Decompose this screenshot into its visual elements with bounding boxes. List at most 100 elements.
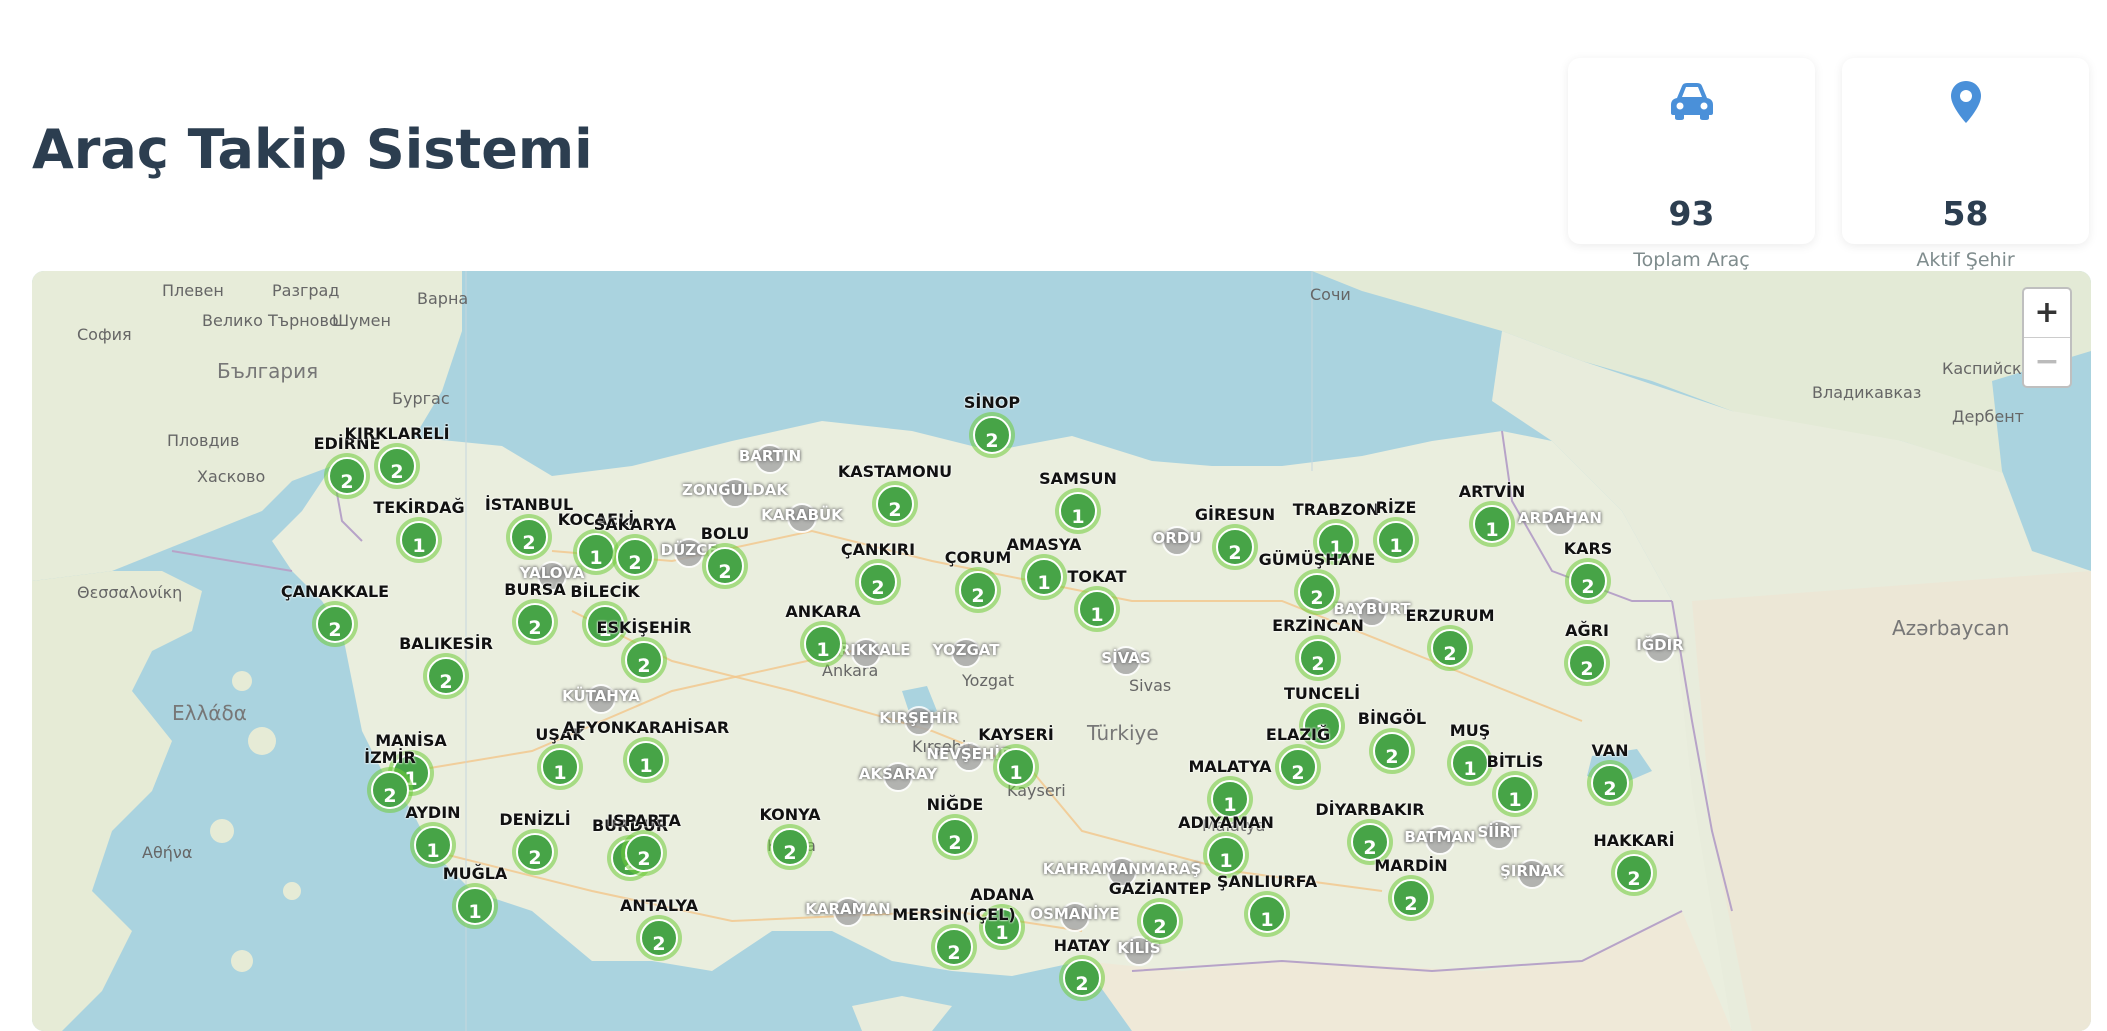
- vehicle-count-badge: 1: [1496, 775, 1534, 813]
- city-label: BALIKESİR: [399, 634, 493, 653]
- vehicle-count-badge: 2: [876, 485, 914, 523]
- city-vehicle-marker[interactable]: 2: [1294, 569, 1340, 615]
- city-label: BİLECİK: [570, 582, 640, 601]
- city-vehicle-marker[interactable]: 2: [1611, 850, 1657, 896]
- city-vehicle-marker[interactable]: 1: [1492, 771, 1538, 817]
- inactive-city-label: SİVAS: [1101, 649, 1151, 667]
- city-vehicle-marker[interactable]: 1: [1074, 586, 1120, 632]
- active-cities-value: 58: [1942, 194, 1989, 233]
- city-vehicle-marker[interactable]: 2: [312, 601, 358, 647]
- city-vehicle-marker[interactable]: 2: [1564, 640, 1610, 686]
- map-place-label: Azərbaycan: [1892, 616, 2010, 640]
- city-label: ESKİŞEHİR: [596, 618, 692, 637]
- vehicle-count-badge: 1: [1207, 836, 1245, 874]
- city-label: ERZURUM: [1405, 606, 1495, 625]
- city-vehicle-marker[interactable]: 2: [506, 514, 552, 560]
- city-vehicle-marker[interactable]: 1: [800, 621, 846, 667]
- zoom-out-button[interactable]: −: [2024, 338, 2070, 387]
- vehicle-count-badge: 2: [1615, 854, 1653, 892]
- city-vehicle-marker[interactable]: 2: [512, 599, 558, 645]
- city-vehicle-marker[interactable]: 2: [324, 453, 370, 499]
- vehicle-count-badge: 1: [1451, 744, 1489, 782]
- vehicle-count-badge: 2: [771, 828, 809, 866]
- inactive-city-label: IĞDIR: [1636, 636, 1684, 654]
- city-vehicle-marker[interactable]: 1: [537, 744, 583, 790]
- map-place-label: София: [77, 325, 132, 344]
- city-vehicle-marker[interactable]: 1: [993, 744, 1039, 790]
- city-vehicle-marker[interactable]: 2: [1565, 558, 1611, 604]
- city-vehicle-marker[interactable]: 2: [512, 829, 558, 875]
- city-vehicle-marker[interactable]: 1: [452, 883, 498, 929]
- inactive-city-label: BARTIN: [738, 447, 802, 465]
- city-vehicle-marker[interactable]: 2: [702, 543, 748, 589]
- zoom-in-button[interactable]: +: [2024, 289, 2070, 338]
- city-vehicle-marker[interactable]: 2: [855, 559, 901, 605]
- inactive-city-label: ZONGULDAK: [682, 481, 788, 499]
- vehicle-count-badge: 1: [541, 748, 579, 786]
- city-vehicle-marker[interactable]: 1: [1469, 501, 1515, 547]
- city-vehicle-marker[interactable]: 1: [1055, 488, 1101, 534]
- city-vehicle-marker[interactable]: 2: [374, 443, 420, 489]
- city-label: HAKKARİ: [1593, 831, 1675, 850]
- inactive-city-label: ŞIRNAK: [1500, 862, 1564, 880]
- city-vehicle-marker[interactable]: 2: [636, 915, 682, 961]
- city-vehicle-marker[interactable]: 2: [1059, 955, 1105, 1001]
- map-place-label: Дербент: [1952, 407, 2024, 426]
- city-label: MUĞLA: [442, 864, 508, 883]
- vehicle-count-badge: 1: [997, 748, 1035, 786]
- vehicle-count-badge: 2: [1216, 528, 1254, 566]
- city-label: ADIYAMAN: [1178, 813, 1274, 832]
- city-vehicle-marker[interactable]: 2: [1388, 875, 1434, 921]
- city-label: SİNOP: [963, 393, 1021, 412]
- city-label: RİZE: [1375, 498, 1417, 517]
- city-vehicle-marker[interactable]: 2: [621, 637, 667, 683]
- city-vehicle-marker[interactable]: 1: [396, 517, 442, 563]
- map-place-label: Αθήνα: [142, 843, 193, 862]
- city-label: ELAZIĞ: [1265, 725, 1331, 744]
- city-label: MALATYA: [1188, 757, 1272, 776]
- city-vehicle-marker[interactable]: 2: [1369, 728, 1415, 774]
- vehicle-count-badge: 1: [1377, 521, 1415, 559]
- vehicle-count-badge: 2: [616, 538, 654, 576]
- city-vehicle-marker[interactable]: 1: [410, 822, 456, 868]
- city-label: ÇANAKKALE: [280, 582, 390, 601]
- city-label: KONYA: [759, 805, 821, 824]
- city-vehicle-marker[interactable]: 2: [1212, 524, 1258, 570]
- city-label: ŞANLIURFA: [1216, 872, 1318, 891]
- vehicle-count-badge: 1: [400, 521, 438, 559]
- city-label: DİYARBAKIR: [1315, 800, 1425, 819]
- city-vehicle-marker[interactable]: 2: [932, 814, 978, 860]
- map-place-label: Разград: [272, 281, 340, 300]
- vehicle-count-badge: 2: [1141, 902, 1179, 940]
- city-vehicle-marker[interactable]: 2: [621, 830, 667, 876]
- map-place-label: Ελλάδα: [172, 701, 247, 725]
- city-vehicle-marker[interactable]: 2: [1427, 625, 1473, 671]
- city-label: AYDIN: [405, 803, 461, 822]
- inactive-city-label: AKSARAY: [858, 765, 938, 783]
- city-vehicle-marker[interactable]: 2: [612, 534, 658, 580]
- map-place-label: Sivas: [1129, 676, 1172, 695]
- city-label: GİRESUN: [1194, 505, 1276, 524]
- city-vehicle-marker[interactable]: 2: [423, 653, 469, 699]
- city-vehicle-marker[interactable]: 2: [767, 824, 813, 870]
- city-vehicle-marker[interactable]: 1: [623, 737, 669, 783]
- city-vehicle-marker[interactable]: 2: [1137, 898, 1183, 944]
- city-vehicle-marker[interactable]: 2: [969, 412, 1015, 458]
- city-vehicle-marker[interactable]: 1: [1244, 891, 1290, 937]
- city-vehicle-marker[interactable]: 1: [1373, 517, 1419, 563]
- inactive-city-label: KAHRAMANMARAŞ: [1042, 860, 1202, 878]
- city-vehicle-marker[interactable]: 2: [872, 481, 918, 527]
- city-vehicle-marker[interactable]: 2: [1295, 635, 1341, 681]
- vehicle-count-badge: 2: [706, 547, 744, 585]
- city-vehicle-marker[interactable]: 2: [931, 924, 977, 970]
- inactive-city-label: OSMANİYE: [1030, 905, 1120, 923]
- map-view[interactable]: Плевен Разград Варна Велико Търново Шумен Соф…: [32, 271, 2091, 1031]
- map-place-label: Θεσσαλονίκη: [77, 583, 183, 602]
- city-vehicle-marker[interactable]: 2: [1275, 744, 1321, 790]
- vehicle-count-badge: 2: [378, 447, 416, 485]
- city-vehicle-marker[interactable]: 1: [1021, 554, 1067, 600]
- city-vehicle-marker[interactable]: 2: [955, 567, 1001, 613]
- city-label: ANKARA: [785, 602, 861, 621]
- city-vehicle-marker[interactable]: 2: [1587, 760, 1633, 806]
- inactive-city-label: SİİRT: [1477, 823, 1521, 841]
